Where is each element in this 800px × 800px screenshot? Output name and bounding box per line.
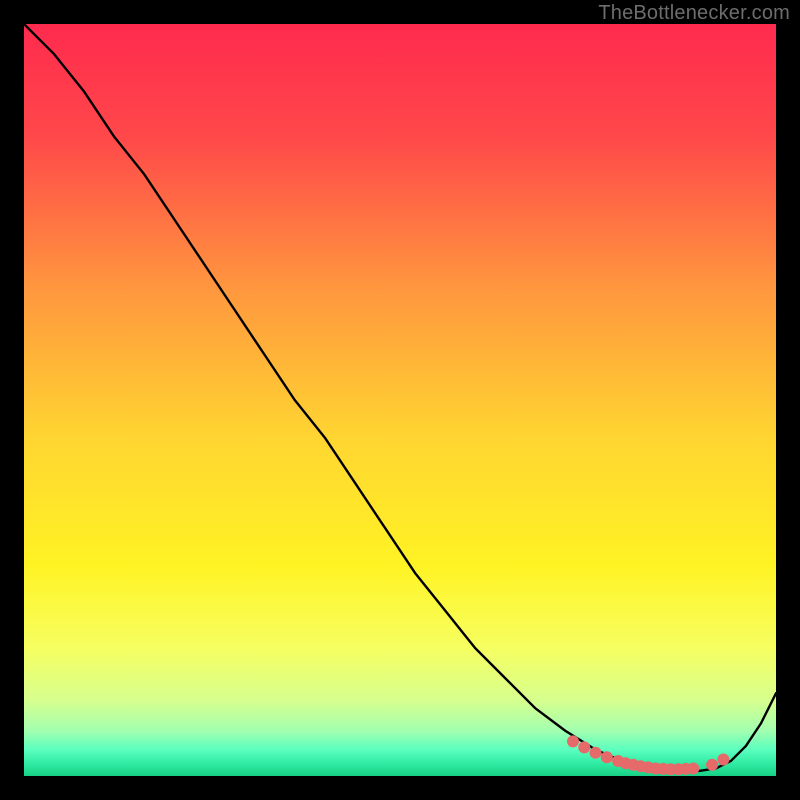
watermark-text: TheBottlenecker.com — [598, 2, 790, 25]
marker-dot — [706, 759, 718, 771]
plot-area — [24, 24, 776, 776]
marker-dot — [717, 753, 729, 765]
chart-frame: TheBottlenecker.com — [0, 0, 800, 800]
marker-dot — [687, 762, 699, 774]
marker-dot — [567, 735, 579, 747]
marker-dot — [590, 747, 602, 759]
marker-dot — [578, 741, 590, 753]
gradient-background — [24, 24, 776, 776]
marker-dot — [601, 751, 613, 763]
chart-svg — [24, 24, 776, 776]
